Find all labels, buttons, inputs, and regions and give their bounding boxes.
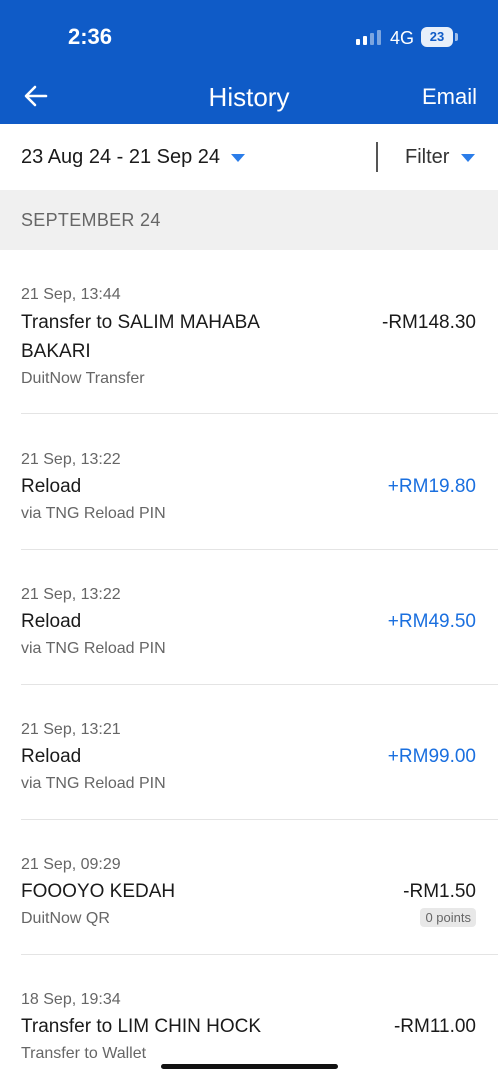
transaction-title: FOOOYO KEDAH — [21, 881, 176, 902]
date-range-selector[interactable]: 23 Aug 24 - 21 Sep 24 — [21, 146, 220, 169]
chevron-down-icon[interactable] — [231, 154, 245, 162]
transaction-amount: +RM19.80 — [387, 476, 476, 497]
transaction-amount: +RM99.00 — [387, 746, 476, 767]
section-header: SEPTEMBER 24 — [0, 190, 498, 250]
transaction-subtitle: DuitNow Transfer — [21, 370, 145, 387]
transaction-date: 21 Sep, 09:29 — [21, 856, 121, 873]
transaction-row[interactable]: 21 Sep, 13:21 Reload via TNG Reload PIN … — [0, 685, 498, 820]
transaction-subtitle: via TNG Reload PIN — [21, 505, 166, 522]
transaction-amount: -RM148.30 — [382, 312, 476, 333]
transaction-row[interactable]: 21 Sep, 13:44 Transfer to SALIM MAHABA B… — [0, 250, 498, 414]
transaction-title: Reload — [21, 476, 82, 497]
transaction-row[interactable]: 21 Sep, 13:22 Reload via TNG Reload PIN … — [0, 550, 498, 685]
transaction-title: Reload — [21, 746, 82, 767]
transaction-subtitle: DuitNow QR — [21, 910, 110, 927]
transaction-title: Reload — [21, 611, 82, 632]
transaction-amount: -RM1.50 — [403, 881, 476, 902]
transaction-date: 21 Sep, 13:22 — [21, 586, 121, 603]
signal-icon — [356, 29, 381, 45]
transaction-subtitle: via TNG Reload PIN — [21, 775, 166, 792]
transaction-title: Transfer to LIM CHIN HOCK — [21, 1016, 262, 1037]
transaction-row[interactable]: 18 Sep, 19:34 Transfer to LIM CHIN HOCK … — [0, 955, 498, 1080]
transaction-amount: +RM49.50 — [387, 611, 476, 632]
chevron-down-icon[interactable] — [461, 154, 475, 162]
filter-bar: 23 Aug 24 - 21 Sep 24 Filter — [0, 124, 498, 190]
divider — [376, 142, 378, 172]
transaction-subtitle: via TNG Reload PIN — [21, 640, 166, 657]
transaction-date: 21 Sep, 13:44 — [21, 286, 121, 303]
filter-button[interactable]: Filter — [405, 146, 449, 169]
battery-tip — [455, 33, 458, 41]
points-badge: 0 points — [420, 908, 476, 927]
status-time: 2:36 — [68, 24, 113, 49]
transaction-row[interactable]: 21 Sep, 09:29 FOOOYO KEDAH DuitNow QR -R… — [0, 820, 498, 955]
network-label: 4G — [390, 28, 415, 48]
transaction-date: 21 Sep, 13:22 — [21, 451, 121, 468]
transaction-subtitle: Transfer to Wallet — [21, 1045, 147, 1062]
transaction-date: 21 Sep, 13:21 — [21, 721, 121, 738]
transaction-date: 18 Sep, 19:34 — [21, 991, 121, 1008]
transaction-title: Transfer to SALIM MAHABA BAKARI — [21, 312, 259, 362]
battery-icon: 23 — [421, 27, 453, 47]
section-label: SEPTEMBER 24 — [21, 210, 161, 230]
transaction-row[interactable]: 21 Sep, 13:22 Reload via TNG Reload PIN … — [0, 414, 498, 550]
email-button[interactable]: Email — [422, 84, 477, 110]
transaction-amount: -RM11.00 — [393, 1016, 476, 1037]
header-bar: 2:36 4G 23 History Email — [0, 0, 498, 124]
home-indicator[interactable] — [161, 1064, 338, 1069]
